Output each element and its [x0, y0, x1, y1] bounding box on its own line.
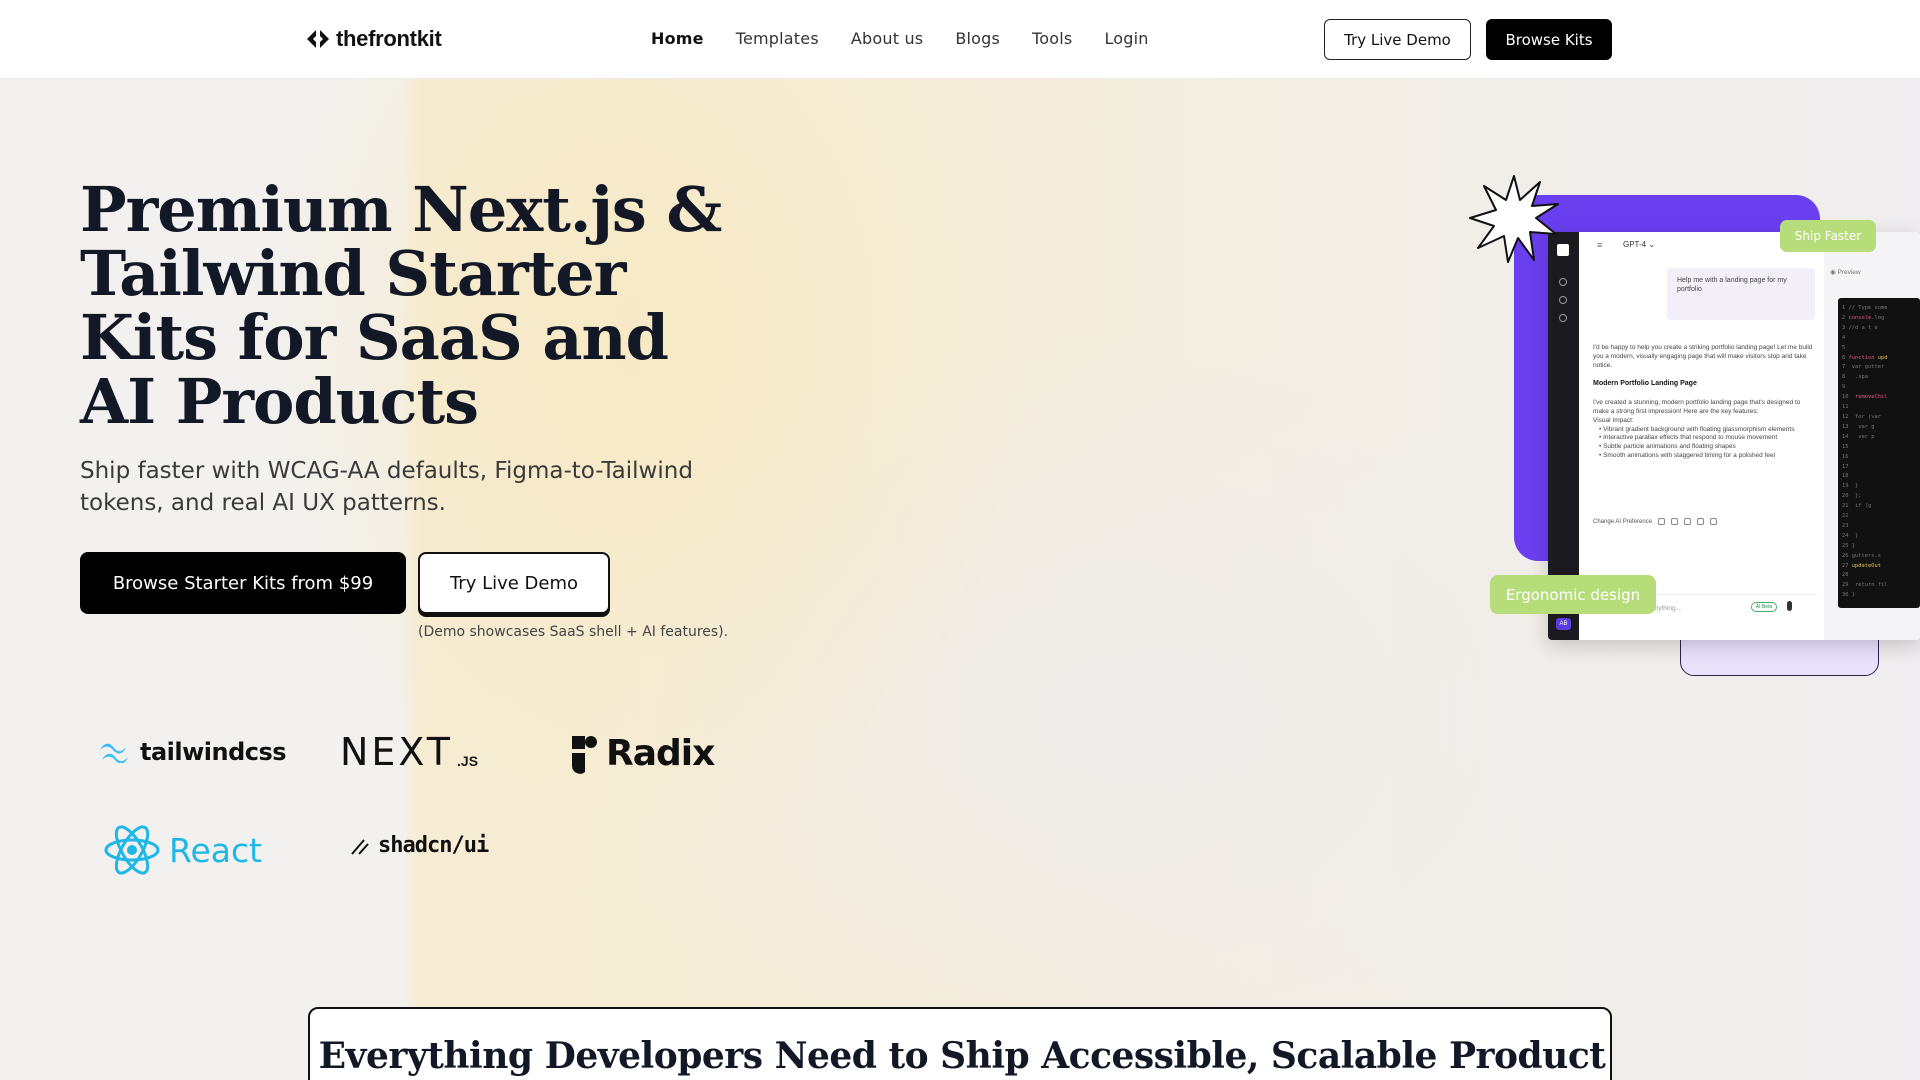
nav-about-us[interactable]: About us [851, 29, 923, 48]
reply-bullet: • Subtle particle animations and floatin… [1599, 443, 1736, 451]
features-section-card: Everything Developers Need to Ship Acces… [308, 1007, 1612, 1080]
copy-icon [1658, 518, 1666, 525]
mockup-search-icon [1559, 278, 1567, 286]
tailwind-icon [100, 743, 128, 763]
starburst-icon [1469, 175, 1559, 263]
demo-note: (Demo showcases SaaS shell + AI features… [418, 624, 729, 640]
hero-title: Premium Next.js & Tailwind Starter Kits … [80, 173, 722, 438]
reply-intro: I'd be happy to help you create a striki… [1593, 344, 1813, 369]
features-title: Everything Developers Need to Ship Acces… [318, 1035, 1606, 1080]
tailwindcss-logo: tailwindcss [98, 738, 287, 766]
mockup-avatar: AB [1556, 618, 1571, 630]
brand-logo[interactable]: thefrontkit [306, 26, 442, 52]
ship-faster-badge: Ship Faster [1780, 220, 1876, 252]
shadcn-slash-icon [351, 838, 369, 855]
react-wordmark: React [169, 830, 263, 870]
shadcn-logo: shadcn/ui [350, 833, 489, 858]
mockup-plus-icon [1559, 296, 1567, 304]
radix-icon [572, 735, 597, 774]
react-logo: React [103, 823, 262, 877]
mockup-folder-icon [1559, 314, 1567, 322]
mockup-ai-beta-badge: AI Beta [1751, 602, 1777, 612]
thumbs-up-icon [1671, 518, 1679, 525]
browse-kits-button[interactable]: Browse Kits [1486, 19, 1612, 60]
thefrontkit-logo-icon [307, 28, 329, 50]
try-live-demo-button[interactable]: Try Live Demo [1324, 19, 1471, 60]
top-navbar: thefrontkit Home Templates About us Blog… [0, 0, 1920, 79]
mockup-model-select: GPT-4 ⌄ [1623, 240, 1656, 249]
nav-tools[interactable]: Tools [1032, 29, 1072, 48]
mockup-code-panel: ◉ Preview 1 // Type some 2 console.log 3 /… [1824, 232, 1920, 640]
nav-home[interactable]: Home [651, 29, 704, 48]
ergonomic-design-badge: Ergonomic design [1490, 575, 1656, 614]
mockup-menu-icon: ≡ [1597, 240, 1603, 250]
reply-bullet: • Smooth animations with staggered timin… [1599, 451, 1776, 459]
change-ai-preference: Change AI Preference [1593, 518, 1653, 525]
nextjs-wordmark: NEXT [340, 730, 454, 774]
share-icon [1710, 518, 1718, 525]
radix-logo: Radix [570, 733, 715, 774]
reply-heading: Modern Portfolio Landing Page [1593, 380, 1697, 388]
mockup-user-prompt: Help me with a landing page for my portf… [1667, 268, 1815, 320]
mockup-reply-actions: Change AI Preference [1593, 518, 1718, 525]
brand-name: thefrontkit [336, 26, 442, 51]
mockup-assistant-reply: I'd be happy to help you create a striki… [1593, 344, 1815, 461]
reply-sub: Visual Impact: [1593, 416, 1634, 424]
refresh-icon [1697, 518, 1705, 525]
thumbs-down-icon [1684, 518, 1692, 525]
nextjs-logo: NEXT .JS [340, 730, 478, 774]
nav-login[interactable]: Login [1104, 29, 1148, 48]
radix-wordmark: Radix [606, 733, 715, 774]
mockup-mic-icon [1787, 601, 1792, 611]
reply-bullet: • Interactive parallax effects that resp… [1599, 434, 1778, 442]
reply-body: I've created a stunning, modern portfoli… [1593, 399, 1801, 415]
hero-try-live-demo-button[interactable]: Try Live Demo [418, 552, 610, 614]
shadcn-wordmark: shadcn/ui [378, 833, 489, 858]
mockup-code-editor: 1 // Type some 2 console.log 3 //d a t e45… [1838, 298, 1920, 608]
main-menu: Home Templates About us Blogs Tools Logi… [651, 29, 1181, 48]
hero-subtitle: Ship faster with WCAG-AA defaults, Figma… [80, 458, 693, 516]
reply-bullet: • Vibrant gradient background with float… [1599, 425, 1795, 433]
nav-blogs[interactable]: Blogs [955, 29, 1000, 48]
tailwind-wordmark: tailwindcss [140, 738, 287, 766]
mockup-preview-tab: ◉ Preview [1830, 269, 1861, 276]
nextjs-suffix: .JS [457, 753, 479, 769]
nav-templates[interactable]: Templates [736, 29, 819, 48]
react-atom-icon [104, 825, 160, 875]
browse-starter-kits-button[interactable]: Browse Starter Kits from $99 [80, 552, 406, 614]
